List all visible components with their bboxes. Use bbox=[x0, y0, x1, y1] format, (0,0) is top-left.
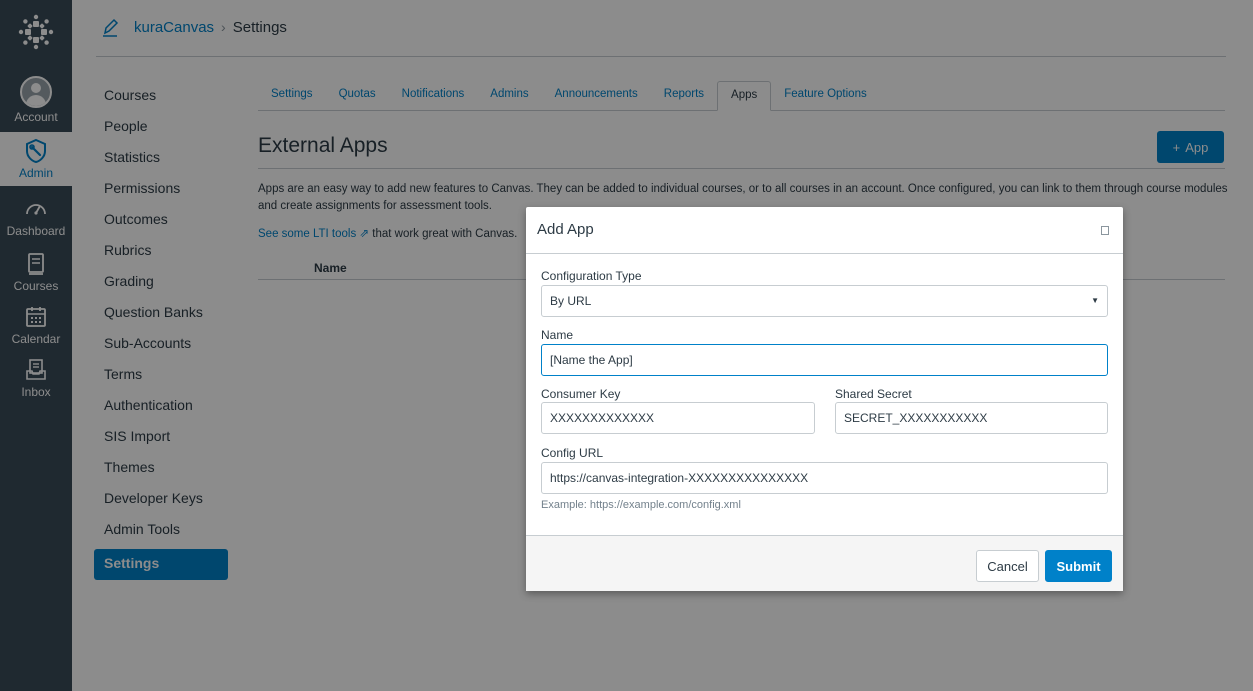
name-label: Name bbox=[541, 328, 574, 342]
name-field[interactable]: [Name the App] bbox=[541, 344, 1108, 376]
dialog-header: Add App bbox=[526, 207, 1123, 254]
shared-secret-label: Shared Secret bbox=[835, 387, 912, 401]
add-app-dialog: Add App Configuration Type By URL ▼ Name… bbox=[526, 207, 1123, 591]
submit-button[interactable]: Submit bbox=[1045, 550, 1112, 582]
consumer-key-field[interactable]: XXXXXXXXXXXXX bbox=[541, 402, 815, 434]
dialog-footer: Cancel Submit bbox=[526, 535, 1123, 591]
cancel-button[interactable]: Cancel bbox=[976, 550, 1039, 582]
config-type-label: Configuration Type bbox=[541, 269, 642, 283]
consumer-key-value: XXXXXXXXXXXXX bbox=[550, 411, 655, 425]
consumer-key-label: Consumer Key bbox=[541, 387, 621, 401]
config-url-field[interactable]: https://canvas-integration-XXXXXXXXXXXXX… bbox=[541, 462, 1108, 494]
shared-secret-field[interactable]: SECRET_XXXXXXXXXXX bbox=[835, 402, 1108, 434]
config-url-value: https://canvas-integration-XXXXXXXXXXXXX… bbox=[550, 471, 809, 485]
config-url-hint: Example: https://example.com/config.xml bbox=[541, 499, 741, 511]
config-type-value: By URL bbox=[550, 294, 592, 308]
config-url-label: Config URL bbox=[541, 446, 604, 460]
config-type-select[interactable]: By URL ▼ bbox=[541, 285, 1108, 317]
dialog-title: Add App bbox=[537, 221, 594, 238]
name-field-value: [Name the App] bbox=[550, 353, 633, 367]
chevron-down-icon: ▼ bbox=[1091, 296, 1099, 305]
shared-secret-value: SECRET_XXXXXXXXXXX bbox=[844, 411, 988, 425]
close-icon[interactable] bbox=[1101, 226, 1109, 235]
